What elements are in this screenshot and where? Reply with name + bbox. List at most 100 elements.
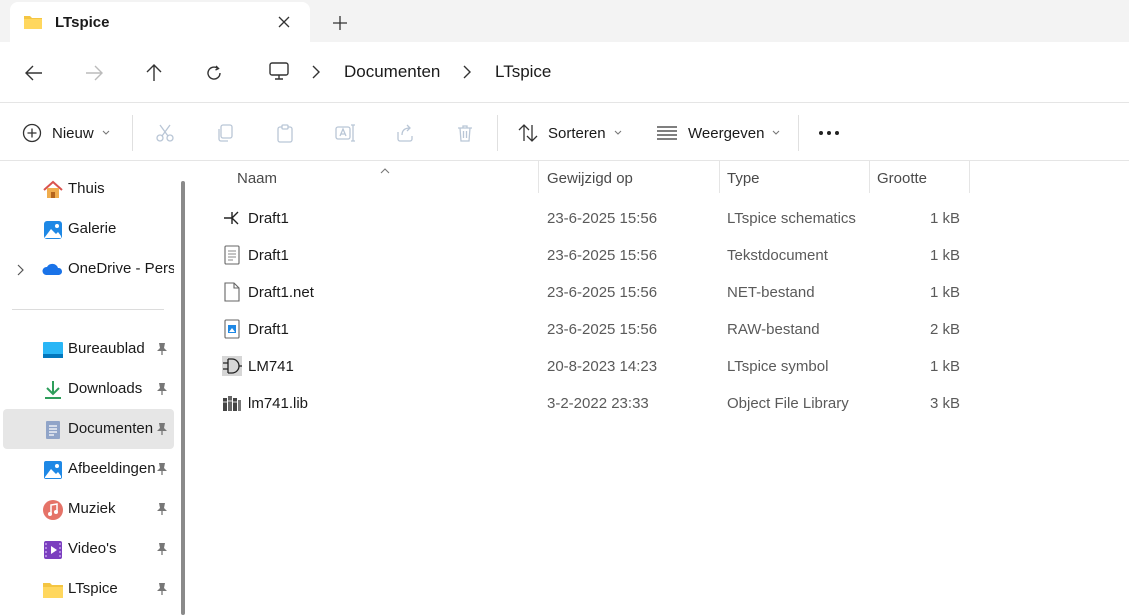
refresh-button[interactable] <box>199 58 229 88</box>
pin-icon[interactable] <box>156 542 168 561</box>
sidebar-item-muziek[interactable]: Muziek <box>3 489 174 529</box>
sidebar-item-downloads[interactable]: Downloads <box>3 369 174 409</box>
share-button[interactable] <box>395 120 415 146</box>
copy-button[interactable] <box>215 120 235 146</box>
sort-label: Sorteren <box>548 124 606 142</box>
file-name: Draft1 <box>248 210 289 227</box>
arrow-right-icon <box>86 65 103 81</box>
sidebar-scrollbar[interactable] <box>181 181 185 615</box>
file-type: Tekstdocument <box>727 247 828 264</box>
share-icon <box>397 124 413 142</box>
rename-button[interactable] <box>335 120 357 146</box>
sort-icon <box>518 124 538 142</box>
raw-file-icon <box>222 319 242 339</box>
sidebar-item-videos[interactable]: Video's <box>3 529 174 569</box>
file-row[interactable]: Draft1 23-6-2025 15:56 Tekstdocument 1 k… <box>196 236 1129 273</box>
cut-button[interactable] <box>155 120 175 146</box>
sidebar-item-label: OneDrive - Perso <box>68 260 174 277</box>
sidebar-item-documenten[interactable]: Documenten <box>3 409 174 449</box>
tab-ltspice[interactable]: LTspice <box>10 2 310 42</box>
schematic-icon <box>222 208 242 228</box>
column-header-size[interactable]: Grootte <box>870 161 970 193</box>
file-row[interactable]: Draft1 23-6-2025 15:56 LTspice schematic… <box>196 199 1129 236</box>
folder-icon <box>23 13 43 36</box>
divider <box>497 115 498 151</box>
more-options-button[interactable] <box>818 120 840 146</box>
address-bar[interactable]: Documenten LTspice <box>252 51 1129 93</box>
desktop-icon <box>42 339 64 361</box>
sidebar-item-thuis[interactable]: Thuis <box>3 169 174 209</box>
file-size: 1 kB <box>929 284 960 301</box>
column-header-label: Grootte <box>877 170 928 187</box>
file-type: NET-bestand <box>727 284 815 301</box>
breadcrumb-ltspice[interactable]: LTspice <box>495 62 551 82</box>
view-label: Weergeven <box>688 124 765 142</box>
back-button[interactable] <box>19 58 49 88</box>
file-size: 1 kB <box>929 247 960 264</box>
divider <box>798 115 799 151</box>
navigation-bar: Documenten LTspice <box>0 42 1129 102</box>
close-icon[interactable] <box>272 10 296 34</box>
sidebar-item-label: Thuis <box>68 180 105 197</box>
up-button[interactable] <box>139 58 169 88</box>
column-header-type[interactable]: Type <box>720 161 869 193</box>
file-type: Object File Library <box>727 395 849 412</box>
scissors-icon <box>156 124 174 142</box>
new-tab-button[interactable] <box>326 10 354 36</box>
command-bar: Nieuw Sorteren Weergeven <box>0 102 1129 161</box>
pin-icon[interactable] <box>156 422 168 441</box>
file-name: lm741.lib <box>248 395 309 412</box>
view-button[interactable]: Weergeven <box>656 120 780 146</box>
sort-button[interactable]: Sorteren <box>518 120 622 146</box>
file-modified: 23-6-2025 15:56 <box>547 247 658 264</box>
pin-icon[interactable] <box>156 382 168 401</box>
file-type: LTspice schematics <box>727 210 856 227</box>
sidebar-item-ltspice[interactable]: LTspice <box>3 569 174 609</box>
pin-icon[interactable] <box>156 342 168 361</box>
sidebar-item-onedrive[interactable]: OneDrive - Perso <box>3 249 174 289</box>
file-row[interactable]: Draft1 23-6-2025 15:56 RAW-bestand 2 kB <box>196 310 1129 347</box>
file-type: LTspice symbol <box>727 358 829 375</box>
tab-title: LTspice <box>55 14 110 31</box>
sidebar-item-galerie[interactable]: Galerie <box>3 209 174 249</box>
file-modified: 23-6-2025 15:56 <box>547 321 658 338</box>
sidebar-item-afbeeldingen[interactable]: Afbeeldingen <box>3 449 174 489</box>
paste-button[interactable] <box>275 120 295 146</box>
file-name: Draft1 <box>248 247 289 264</box>
chevron-down-icon <box>614 130 621 135</box>
file-row[interactable]: Draft1.net 23-6-2025 15:56 NET-bestand 1… <box>196 273 1129 310</box>
new-button[interactable]: Nieuw <box>22 120 110 146</box>
folder-icon <box>42 579 64 601</box>
chevron-right-icon[interactable] <box>312 65 320 84</box>
file-name: LM741 <box>248 358 294 375</box>
column-header-name[interactable]: Naam <box>196 161 538 193</box>
file-row[interactable]: LM741 20-8-2023 14:23 LTspice symbol 1 k… <box>196 347 1129 384</box>
library-icon <box>222 393 242 413</box>
breadcrumb-documenten[interactable]: Documenten <box>344 62 440 82</box>
copy-icon <box>218 124 233 142</box>
plus-circle-icon <box>22 123 42 143</box>
download-icon <box>42 379 64 401</box>
pin-icon[interactable] <box>156 462 168 481</box>
generic-file-icon <box>222 282 242 302</box>
trash-icon <box>458 125 472 142</box>
view-list-icon <box>657 126 677 140</box>
pin-icon[interactable] <box>156 582 168 601</box>
column-header-modified[interactable]: Gewijzigd op <box>539 161 719 193</box>
column-header-label: Type <box>727 170 760 187</box>
computer-icon[interactable] <box>268 61 290 86</box>
chevron-right-icon[interactable] <box>17 263 24 281</box>
file-modified: 23-6-2025 15:56 <box>547 210 658 227</box>
forward-button[interactable] <box>79 58 109 88</box>
chevron-right-icon[interactable] <box>463 65 471 84</box>
file-row[interactable]: lm741.lib 3-2-2022 23:33 Object File Lib… <box>196 384 1129 421</box>
clipboard-icon <box>277 124 293 143</box>
file-size: 1 kB <box>929 210 960 227</box>
more-horizontal-icon <box>819 131 839 135</box>
column-divider[interactable] <box>969 161 970 193</box>
file-name: Draft1 <box>248 321 289 338</box>
sidebar-item-label: Galerie <box>68 220 117 237</box>
delete-button[interactable] <box>455 120 475 146</box>
sidebar-item-bureaublad[interactable]: Bureaublad <box>3 329 174 369</box>
pin-icon[interactable] <box>156 502 168 521</box>
